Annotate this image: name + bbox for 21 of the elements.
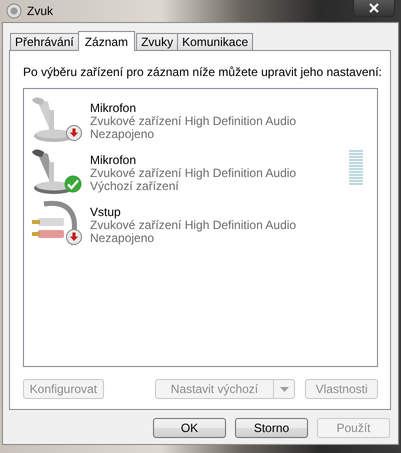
caret-icon	[280, 386, 289, 392]
device-name: Mikrofon	[90, 102, 138, 115]
dialog-button[interactable]: OK	[153, 418, 226, 438]
tab[interactable]: Přehrávání	[10, 33, 79, 50]
tab[interactable]: Zvuky	[136, 33, 178, 50]
device-status: Nezapojeno	[90, 128, 156, 141]
device-name: Mikrofon	[90, 154, 138, 167]
check-icon	[64, 175, 82, 193]
tab[interactable]: Komunikace	[177, 33, 254, 50]
device-status: Nezapojeno	[90, 232, 156, 245]
speaker-icon	[6, 3, 22, 19]
close-icon	[369, 2, 379, 12]
tab[interactable]: Záznam	[78, 31, 136, 51]
device-description: Zvukové zařízení High Definition Audio	[90, 219, 298, 232]
device-name: Vstup	[90, 206, 122, 219]
window-title: Zvuk	[27, 4, 54, 18]
device-description: Zvukové zařízení High Definition Audio	[90, 115, 298, 128]
device-status: Výchozí zařízení	[90, 180, 180, 193]
device-description: Zvukové zařízení High Definition Audio	[90, 167, 298, 180]
dialog-button[interactable]: Storno	[235, 418, 308, 438]
close-button[interactable]	[353, 0, 395, 17]
